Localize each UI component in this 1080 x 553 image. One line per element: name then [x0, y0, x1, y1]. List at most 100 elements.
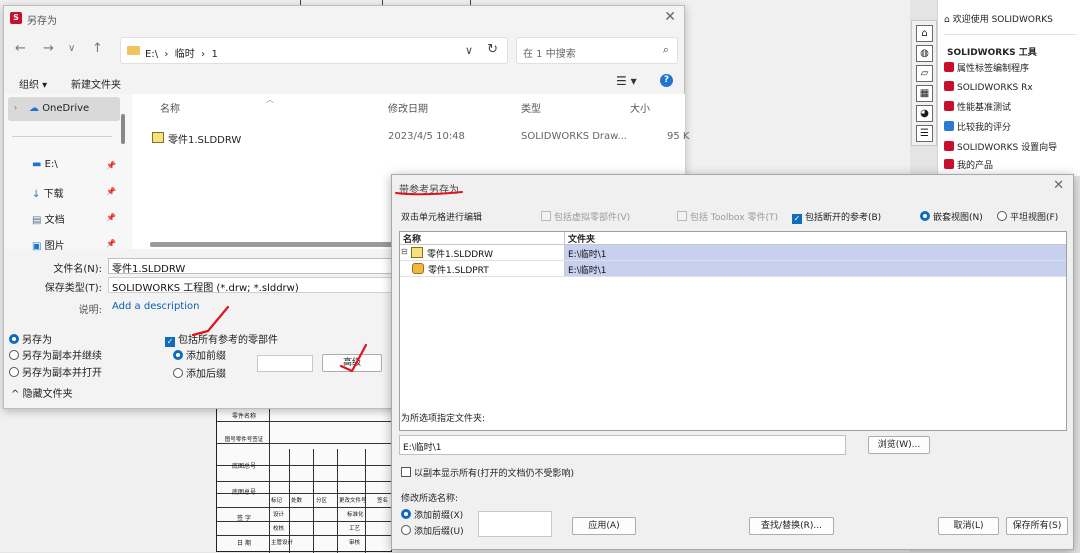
save-copy-open-radio[interactable]: 另存为副本并打开: [9, 364, 102, 379]
column-header-type[interactable]: 类型: [521, 100, 541, 115]
file-name[interactable]: 零件1.SLDDRW: [168, 131, 241, 146]
new-folder-button[interactable]: 新建文件夹: [71, 76, 121, 91]
grid-header-folder[interactable]: 文件夹: [568, 232, 595, 245]
prefix-input[interactable]: [257, 355, 313, 372]
up-arrow-icon[interactable]: ↑: [92, 41, 103, 56]
nav-item-pictures[interactable]: ▣ 图片: [32, 237, 65, 252]
nav-item-downloads[interactable]: ↓ 下载: [32, 185, 64, 200]
close-icon[interactable]: ✕: [664, 9, 676, 25]
folder-input[interactable]: E:\临时\1: [399, 435, 846, 455]
filetype-select[interactable]: SOLIDWORKS 工程图 (*.drw; *.slddrw): [108, 277, 398, 294]
tool-item[interactable]: 属性标签编制程序: [944, 61, 1029, 74]
organize-button[interactable]: 组织 ▾: [19, 76, 47, 91]
expand-chevron-icon[interactable]: ›: [14, 103, 17, 112]
title-bar: S 另存为 ✕: [4, 6, 684, 30]
checkbox-checked-icon: ✓: [165, 337, 175, 347]
grid-header-name[interactable]: 名称: [403, 232, 421, 245]
recent-chevron-icon[interactable]: ∨: [68, 43, 75, 54]
view-palette-icon[interactable]: ▦: [916, 85, 933, 102]
rename-label: 修改所选名称:: [401, 494, 459, 504]
tb-header: 处数: [291, 498, 303, 504]
search-input[interactable]: 在 1 中搜索: [523, 45, 576, 60]
dialog-title: 带参考另存为: [399, 185, 459, 196]
references-grid: 名称 文件夹 ⊟ 零件1.SLDDRW E:\临时\1 零件1.SLDPRT E…: [399, 231, 1067, 431]
welcome-link[interactable]: ⌂ 欢迎使用 SOLIDWORKS: [944, 12, 1053, 25]
navigation-pane: › ☁ OneDrive ▬ E:\ 📌 ↓ 下载 📌 ▤ 文档 📌 ▣ 图片 …: [4, 94, 131, 252]
view-options-icon[interactable]: ☰ ▾: [616, 74, 637, 88]
checkbox-disabled-icon: [541, 211, 551, 221]
horizontal-scrollbar[interactable]: [150, 242, 400, 247]
nav-scrollbar[interactable]: [121, 114, 125, 144]
nav-item-drive-e[interactable]: ▬ E:\: [32, 159, 58, 170]
add-description-link[interactable]: Add a description: [112, 301, 199, 312]
custom-properties-icon[interactable]: ☰: [916, 125, 933, 142]
add-suffix-radio[interactable]: 添加后缀(U): [401, 524, 464, 537]
tool-item[interactable]: SOLIDWORKS Rx: [944, 81, 1033, 93]
appearances-icon[interactable]: ◕: [916, 105, 933, 122]
pin-icon[interactable]: 📌: [106, 187, 116, 196]
radio-off-icon: [9, 350, 19, 360]
include-refs-checkbox[interactable]: ✓ 包括所有参考的零部件: [165, 331, 278, 347]
find-replace-button[interactable]: 查找/替换(R)...: [749, 517, 834, 535]
search-box[interactable]: 在 1 中搜索 ⌕: [516, 37, 678, 64]
column-header-name[interactable]: 名称: [160, 100, 180, 115]
ref-folder[interactable]: E:\临时\1: [565, 261, 1066, 276]
filename-label: 文件名(N):: [53, 264, 102, 275]
cancel-button[interactable]: 取消(L): [938, 517, 999, 535]
close-icon[interactable]: ✕: [1053, 178, 1064, 193]
home-icon[interactable]: ⌂: [916, 25, 933, 42]
flat-view-radio[interactable]: 平坦视图(F): [997, 210, 1058, 223]
suffix-radio[interactable]: 添加后缀: [173, 365, 226, 380]
ref-folder[interactable]: E:\临时\1: [565, 245, 1066, 260]
file-type: SOLIDWORKS Draw...: [521, 131, 627, 142]
include-broken-checkbox[interactable]: ✓ 包括断开的参考(B): [792, 210, 881, 224]
chevron-down-icon[interactable]: ∨: [465, 44, 473, 57]
advanced-button[interactable]: 高级: [322, 354, 382, 372]
tool-item[interactable]: 性能基准测试: [944, 100, 1011, 113]
pin-icon[interactable]: 📌: [106, 239, 116, 248]
filename-input[interactable]: 零件1.SLDDRW: [108, 258, 398, 275]
rename-input[interactable]: [478, 511, 552, 537]
table-row[interactable]: 零件1.SLDPRT E:\临时\1: [400, 261, 1066, 277]
browse-button[interactable]: 浏览(W)...: [868, 436, 930, 454]
design-library-icon[interactable]: ◍: [916, 45, 933, 62]
benchmark-icon: [944, 101, 954, 111]
apply-button[interactable]: 应用(A): [572, 517, 636, 535]
prefix-radio[interactable]: 添加前缀: [173, 347, 226, 362]
show-all-checkbox[interactable]: 以副本显示所有(打开的文档仍不受影响): [401, 466, 574, 479]
forward-arrow-icon[interactable]: →: [43, 41, 54, 56]
file-date: 2023/4/5 10:48: [388, 131, 465, 142]
tool-item[interactable]: 比较我的评分: [944, 120, 1011, 133]
back-arrow-icon[interactable]: ←: [15, 41, 26, 56]
save-copy-continue-radio[interactable]: 另存为副本并继续: [9, 347, 102, 362]
pin-icon[interactable]: 📌: [106, 213, 116, 222]
nested-view-radio[interactable]: 嵌套视图(N): [920, 210, 983, 223]
table-row[interactable]: ⊟ 零件1.SLDDRW E:\临时\1: [400, 245, 1066, 261]
column-header-date[interactable]: 修改日期: [388, 100, 428, 115]
pin-icon[interactable]: 📌: [106, 161, 116, 170]
refresh-icon[interactable]: ↻: [487, 42, 498, 57]
hide-folders-toggle[interactable]: ^ 隐藏文件夹: [11, 385, 73, 400]
nav-onedrive[interactable]: ☁ OneDrive: [29, 103, 89, 114]
add-prefix-radio[interactable]: 添加前缀(X): [401, 508, 463, 521]
save-as-radio[interactable]: 另存为: [9, 331, 52, 346]
collapse-icon[interactable]: ⊟: [401, 247, 408, 256]
property-tab-icon: [944, 62, 954, 72]
nav-item-documents[interactable]: ▤ 文档: [32, 211, 65, 226]
file-explorer-icon[interactable]: ▱: [916, 65, 933, 82]
tool-item[interactable]: 我的产品: [944, 158, 993, 171]
include-virtual-checkbox[interactable]: 包括虚拟零部件(V): [541, 210, 630, 223]
radio-off-icon: [997, 211, 1007, 221]
tb-header: 签名: [377, 498, 389, 504]
address-bar[interactable]: E:\ › 临时 › 1 ∨ ↻: [120, 37, 508, 64]
include-toolbox-checkbox[interactable]: 包括 Toolbox 零件(T): [677, 210, 778, 223]
save-all-button[interactable]: 保存所有(S): [1006, 517, 1068, 535]
picture-icon: ▣: [32, 241, 42, 252]
tb-row-label: 底图总号: [231, 489, 256, 496]
column-header-size[interactable]: 大小: [630, 100, 650, 115]
compare-icon: [944, 121, 954, 131]
search-icon: ⌕: [662, 43, 669, 56]
help-icon[interactable]: ?: [660, 74, 673, 87]
tb-main-design: 主管设计: [271, 540, 294, 546]
tool-item[interactable]: SOLIDWORKS 设置向导: [944, 140, 1057, 153]
